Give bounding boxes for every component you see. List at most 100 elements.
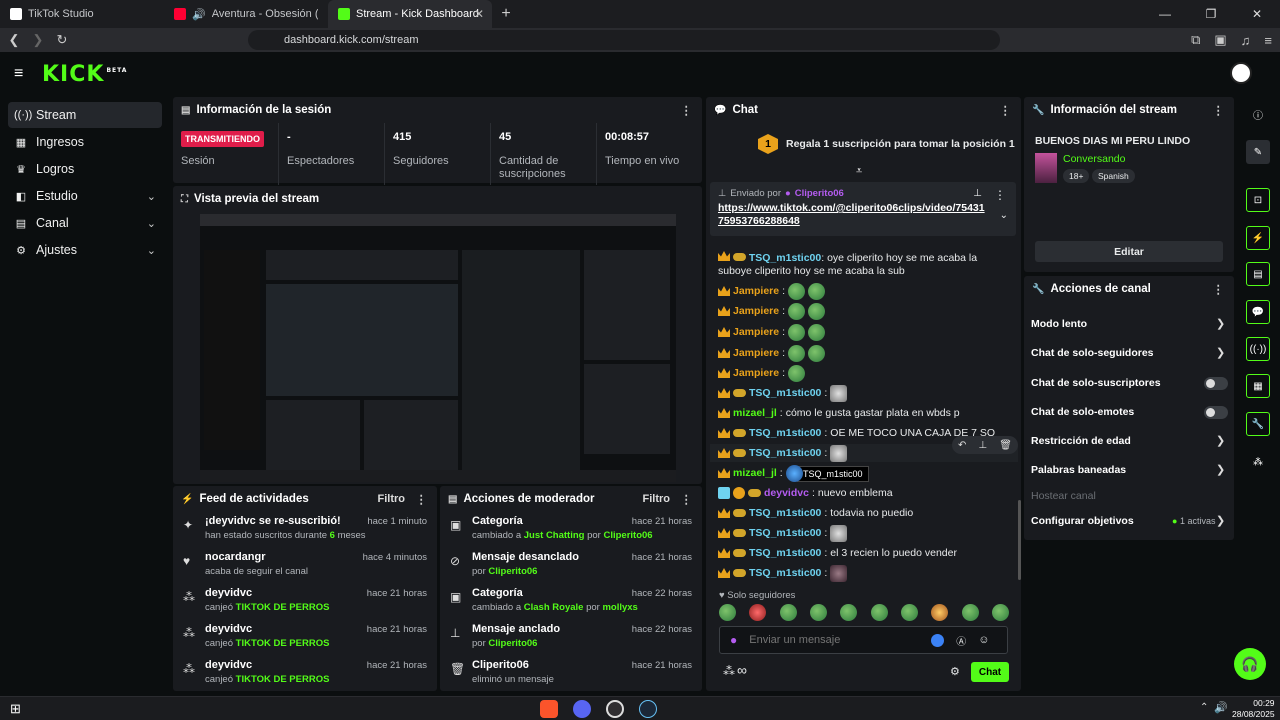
action-emotes-only[interactable]: Chat de solo-emotes xyxy=(1031,406,1134,418)
chat-bubble-icon[interactable]: 💬 xyxy=(1246,300,1270,324)
sidebar-item-estudio[interactable]: ◧ Estudio ⌄ xyxy=(8,183,162,209)
reply-icon[interactable]: ↶ xyxy=(958,440,966,451)
chevron-right-icon[interactable]: ❯ xyxy=(1216,463,1225,476)
hamburger-menu-icon[interactable]: ≡ xyxy=(14,65,28,83)
action-configure-goals[interactable]: Configurar objetivos xyxy=(1031,515,1134,527)
more-options-icon[interactable]: ⋮ xyxy=(994,188,1006,202)
filter-button[interactable]: Filtro xyxy=(643,493,671,505)
emote-icon[interactable] xyxy=(991,604,1009,621)
back-icon[interactable]: ❮ xyxy=(4,32,24,48)
info-icon[interactable]: ⓘ xyxy=(1246,102,1270,126)
more-options-icon[interactable]: ⋮ xyxy=(1213,282,1225,296)
infinity-icon[interactable]: ∞ xyxy=(737,662,747,678)
chat-message[interactable]: mizael_jl: cómo le gusta gastar plata en… xyxy=(718,404,960,422)
reload-icon[interactable]: ↻ xyxy=(52,32,72,48)
category-link[interactable]: Conversando xyxy=(1063,153,1125,165)
lightning-icon[interactable]: ⚡ xyxy=(1246,226,1270,250)
chat-message[interactable]: TSQ_m1stic00: todavia no puedio xyxy=(718,504,913,522)
chat-message[interactable]: TSQ_m1stic00: el 3 recien lo puedo vende… xyxy=(718,544,957,562)
chat-message[interactable]: mizael_jl: xyxy=(718,464,803,482)
kick-logo[interactable]: KICK BETA xyxy=(42,62,127,87)
emote-icon[interactable] xyxy=(779,604,797,621)
obs-icon[interactable] xyxy=(606,700,624,718)
edit-stream-button[interactable]: Editar xyxy=(1035,241,1223,262)
sidebar-item-canal[interactable]: ▤ Canal ⌄ xyxy=(8,210,162,236)
browser-tab[interactable]: 🔊 Aventura - Obsesión (ft. Judy San xyxy=(164,0,328,28)
filter-button[interactable]: Filtro xyxy=(378,493,406,505)
chat-message-input[interactable] xyxy=(749,634,920,646)
pinned-message[interactable]: ⊥ Enviado por ● Cliperito06 https://www.tik… xyxy=(710,182,1016,236)
chat-message[interactable]: TSQ_m1stic00: xyxy=(718,524,848,542)
chat-message[interactable]: TSQ_m1stic00: xyxy=(718,384,848,402)
chevron-down-icon[interactable]: ⌄ xyxy=(1000,210,1008,221)
sidebar-item-stream[interactable]: ((·)) Stream xyxy=(8,102,162,128)
broadcast-icon[interactable]: ((·)) xyxy=(1246,337,1270,361)
close-tab-icon[interactable]: ✕ xyxy=(474,7,484,21)
pin-icon[interactable]: ⊥ xyxy=(978,440,987,451)
chat-scrollbar[interactable] xyxy=(1018,500,1021,580)
menu-icon[interactable]: ≡ xyxy=(1264,33,1272,48)
sidebar-item-ajustes[interactable]: ⚙ Ajustes ⌄ xyxy=(8,237,162,263)
action-banned-words[interactable]: Palabras baneadas xyxy=(1031,464,1126,476)
forward-icon[interactable]: ❯ xyxy=(28,32,48,48)
sidebar-item-logros[interactable]: ♛ Logros xyxy=(8,156,162,182)
windows-start-icon[interactable]: ⊞ xyxy=(10,701,21,717)
tag[interactable]: Spanish xyxy=(1092,169,1135,183)
extensions-icon[interactable]: ⧉ xyxy=(1191,32,1200,48)
chevron-right-icon[interactable]: ❯ xyxy=(1216,317,1225,330)
wrench-icon[interactable]: 🔧 xyxy=(1246,412,1270,436)
more-options-icon[interactable]: ⋮ xyxy=(1213,103,1225,117)
emoji-icon[interactable]: ☺ xyxy=(978,634,989,646)
close-window-icon[interactable]: ✕ xyxy=(1234,0,1280,28)
more-options-icon[interactable]: ⋮ xyxy=(681,103,693,117)
browser-tab-active[interactable]: Stream - Kick Dashboard ✕ xyxy=(328,0,492,28)
translate-icon[interactable]: Ⓐ xyxy=(956,633,966,648)
gift-leaderboard-banner[interactable]: 1 Regala 1 suscripción para tomar la pos… xyxy=(706,129,1021,159)
action-slow-mode[interactable]: Modo lento xyxy=(1031,318,1087,330)
minimize-icon[interactable]: — xyxy=(1142,0,1188,28)
scroll-down-icon[interactable]: ⩡ xyxy=(856,165,862,178)
chevron-right-icon[interactable]: ❯ xyxy=(1216,346,1225,359)
brave-browser-icon[interactable] xyxy=(540,700,558,718)
sidebar-item-ingresos[interactable]: ▦ Ingresos xyxy=(8,129,162,155)
emote-icon[interactable] xyxy=(931,604,949,621)
chat-message[interactable]: Jampiere: xyxy=(718,364,806,382)
subscribers-only-toggle[interactable] xyxy=(1204,377,1228,390)
chat-input-box[interactable]: ● Ⓐ ☺ xyxy=(719,626,1008,654)
browser-tab[interactable]: TikTok Studio xyxy=(0,0,164,28)
layout-icon[interactable]: ▦ xyxy=(1246,374,1270,398)
emote-icon[interactable] xyxy=(719,604,736,621)
unpin-icon[interactable]: ⊥ xyxy=(973,188,982,199)
edit-pencil-icon[interactable]: ✎ xyxy=(1246,140,1270,164)
emote-icon[interactable] xyxy=(840,604,858,621)
emotes-only-toggle[interactable] xyxy=(1204,406,1228,419)
emote-icon[interactable] xyxy=(809,604,827,621)
chevron-right-icon[interactable]: ❯ xyxy=(1216,434,1225,447)
emote-icon[interactable] xyxy=(961,604,979,621)
action-age-restriction[interactable]: Restricción de edad xyxy=(1031,435,1131,447)
chat-message[interactable]: Jampiere: xyxy=(718,323,826,341)
more-options-icon[interactable]: ⋮ xyxy=(416,492,428,506)
trash-icon[interactable]: 🗑 xyxy=(999,440,1012,451)
chat-message[interactable]: TSQ_m1stic00: oye cliperito hoy se me ac… xyxy=(718,251,988,279)
more-options-icon[interactable]: ⋮ xyxy=(1000,103,1012,117)
verified-icon[interactable] xyxy=(931,633,945,647)
chat-message[interactable]: Jampiere: xyxy=(718,302,826,320)
volume-icon[interactable]: 🔊 xyxy=(1214,701,1228,714)
clock[interactable]: 00:29 28/08/2025 xyxy=(1232,698,1275,720)
emote-icon[interactable] xyxy=(749,604,767,621)
new-tab-button[interactable]: + xyxy=(492,0,520,28)
chat-send-button[interactable]: Chat xyxy=(971,662,1009,682)
restore-icon[interactable]: ❐ xyxy=(1188,0,1234,28)
action-subscribers-only[interactable]: Chat de solo-suscriptores xyxy=(1031,377,1161,389)
url-field[interactable]: dashboard.kick.com/stream xyxy=(248,30,1000,50)
more-options-icon[interactable]: ⋮ xyxy=(681,492,693,506)
sidebar-icon[interactable]: ▣ xyxy=(1214,32,1226,48)
support-chat-button[interactable]: 🎧 xyxy=(1234,648,1266,680)
action-followers-only[interactable]: Chat de solo-seguidores xyxy=(1031,347,1154,359)
document-icon[interactable]: ▤ xyxy=(1246,262,1270,286)
chat-message[interactable]: deyvidvc: nuevo emblema xyxy=(718,484,893,502)
chat-message[interactable]: Jampiere: xyxy=(718,344,826,362)
user-avatar[interactable] xyxy=(1230,62,1252,84)
points-icon[interactable]: ⁂ xyxy=(1246,450,1270,474)
